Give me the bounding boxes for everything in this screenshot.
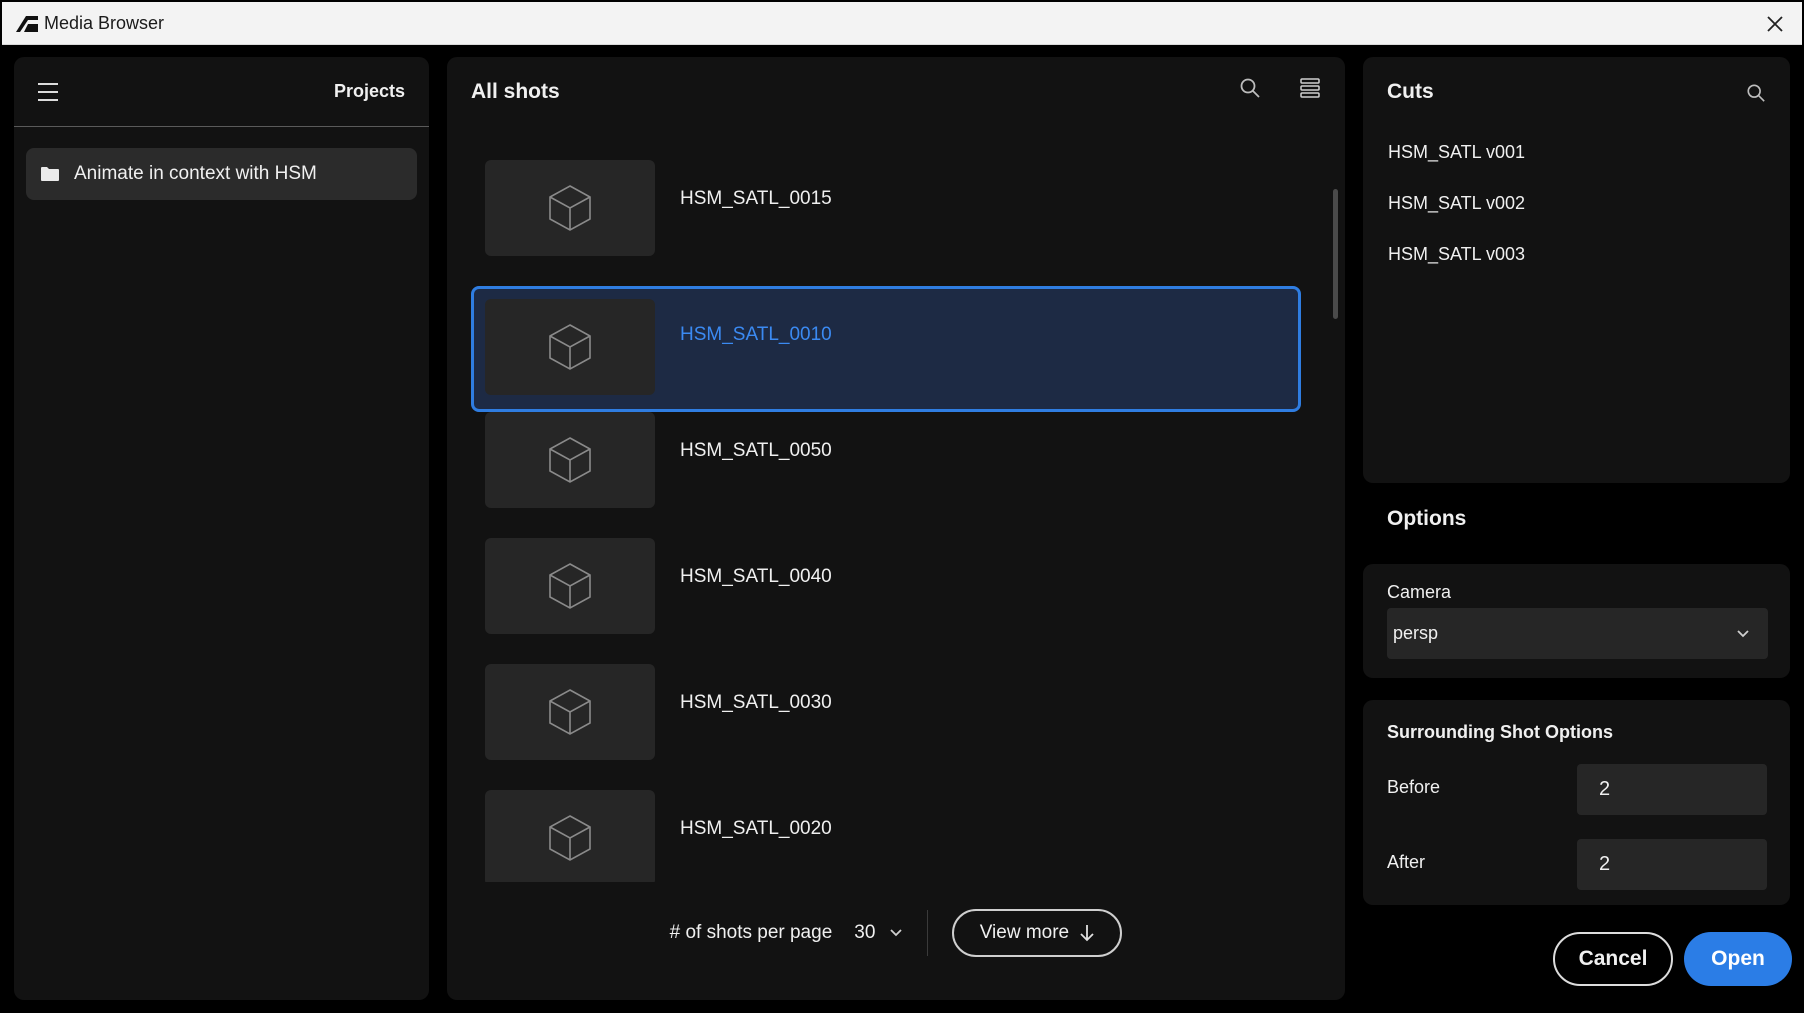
arrow-down-icon <box>1080 925 1094 942</box>
chevron-down-icon <box>1737 629 1749 637</box>
project-item-label: Animate in context with HSM <box>74 163 317 184</box>
shots-scrollbar[interactable] <box>1333 189 1338 319</box>
list-view-button[interactable] <box>1299 77 1321 104</box>
cut-item[interactable]: HSM_SATL v001 <box>1363 127 1790 178</box>
before-input[interactable]: 2 <box>1577 764 1767 815</box>
shot-name: HSM_SATL_0050 <box>680 440 832 461</box>
shots-per-page-value: 30 <box>854 922 876 943</box>
after-input[interactable]: 2 <box>1577 839 1767 890</box>
shot-item[interactable]: HSM_SATL_0020 <box>471 790 1301 882</box>
cuts-panel: Cuts HSM_SATL v001 HSM_SATL v002 HSM_SAT… <box>1363 57 1790 483</box>
media-browser-window: Projects Animate in context with HSM All… <box>2 45 1802 1011</box>
cube-icon <box>549 689 591 735</box>
after-label: After <box>1387 852 1426 872</box>
folder-icon <box>41 167 59 181</box>
shots-header: All shots <box>447 57 1345 127</box>
cube-icon <box>549 815 591 861</box>
shot-name: HSM_SATL_0010 <box>680 324 832 345</box>
cube-icon <box>549 437 591 483</box>
view-more-button[interactable]: View more <box>952 909 1123 957</box>
options-title: Options <box>1387 507 1467 530</box>
before-label: Before <box>1387 777 1441 797</box>
cuts-title: Cuts <box>1387 80 1434 103</box>
shot-thumbnail <box>485 160 655 256</box>
camera-value: persp <box>1393 623 1439 643</box>
shot-name: HSM_SATL_0020 <box>680 818 832 839</box>
cube-icon <box>549 563 591 609</box>
shot-name: HSM_SATL_0030 <box>680 692 832 713</box>
cube-icon <box>549 185 591 231</box>
camera-label: Camera <box>1387 582 1452 602</box>
shot-thumbnail <box>485 538 655 634</box>
shot-item[interactable]: HSM_SATL_0010 <box>471 286 1301 412</box>
camera-select[interactable]: persp <box>1387 608 1768 659</box>
search-icon <box>1747 84 1765 102</box>
cut-item[interactable]: HSM_SATL v002 <box>1363 178 1790 229</box>
shot-thumbnail <box>485 664 655 760</box>
close-button[interactable] <box>1762 11 1788 37</box>
shot-name: HSM_SATL_0040 <box>680 566 832 587</box>
open-button[interactable]: Open <box>1684 932 1792 986</box>
project-item[interactable]: Animate in context with HSM <box>26 148 417 200</box>
camera-panel: Camera persp <box>1363 564 1790 678</box>
shots-per-page-select[interactable]: 30 <box>854 922 903 944</box>
shot-thumbnail <box>485 299 655 395</box>
close-icon <box>1767 16 1783 32</box>
window-title: Media Browser <box>44 12 165 33</box>
hamburger-menu-icon[interactable] <box>38 80 62 104</box>
shot-thumbnail <box>485 412 655 508</box>
shot-name: HSM_SATL_0015 <box>680 188 832 209</box>
projects-panel: Projects Animate in context with HSM <box>14 57 429 1000</box>
shots-panel: All shots HSM_SATL_0015 HSM_SATL_0010 HSM_… <box>447 57 1345 1000</box>
projects-title: Projects <box>333 81 405 101</box>
chevron-down-icon <box>890 929 903 937</box>
shot-item[interactable]: HSM_SATL_0015 <box>471 160 1301 286</box>
footer-divider <box>927 910 929 956</box>
cut-item[interactable]: HSM_SATL v003 <box>1363 229 1790 280</box>
title-bar: Media Browser <box>2 2 1802 45</box>
search-icon <box>1240 78 1260 98</box>
cuts-search-button[interactable] <box>1746 83 1766 108</box>
cancel-button[interactable]: Cancel <box>1553 932 1673 986</box>
shots-title: All shots <box>471 80 560 103</box>
cuts-list: HSM_SATL v001 HSM_SATL v002 HSM_SATL v00… <box>1363 127 1790 280</box>
shot-item[interactable]: HSM_SATL_0030 <box>471 664 1301 790</box>
shot-item[interactable]: HSM_SATL_0040 <box>471 538 1301 664</box>
autodesk-logo-icon <box>16 16 38 32</box>
shots-search-button[interactable] <box>1239 77 1261 104</box>
cuts-header: Cuts <box>1363 57 1790 127</box>
shots-per-page-label: # of shots per page <box>669 922 833 943</box>
view-more-label: View more <box>979 922 1070 943</box>
shot-thumbnail <box>485 790 655 882</box>
list-view-icon <box>1300 78 1320 98</box>
surrounding-options-title: Surrounding Shot Options <box>1387 722 1613 742</box>
shots-list: HSM_SATL_0015 HSM_SATL_0010 HSM_SATL_0050 H… <box>471 160 1301 882</box>
cube-icon <box>549 324 591 370</box>
shots-footer: # of shots per page 30 View more <box>447 908 1345 958</box>
surrounding-shot-options-panel: Surrounding Shot Options Before 2 After … <box>1363 700 1790 905</box>
projects-header: Projects <box>14 57 429 127</box>
shot-item[interactable]: HSM_SATL_0050 <box>471 412 1301 538</box>
